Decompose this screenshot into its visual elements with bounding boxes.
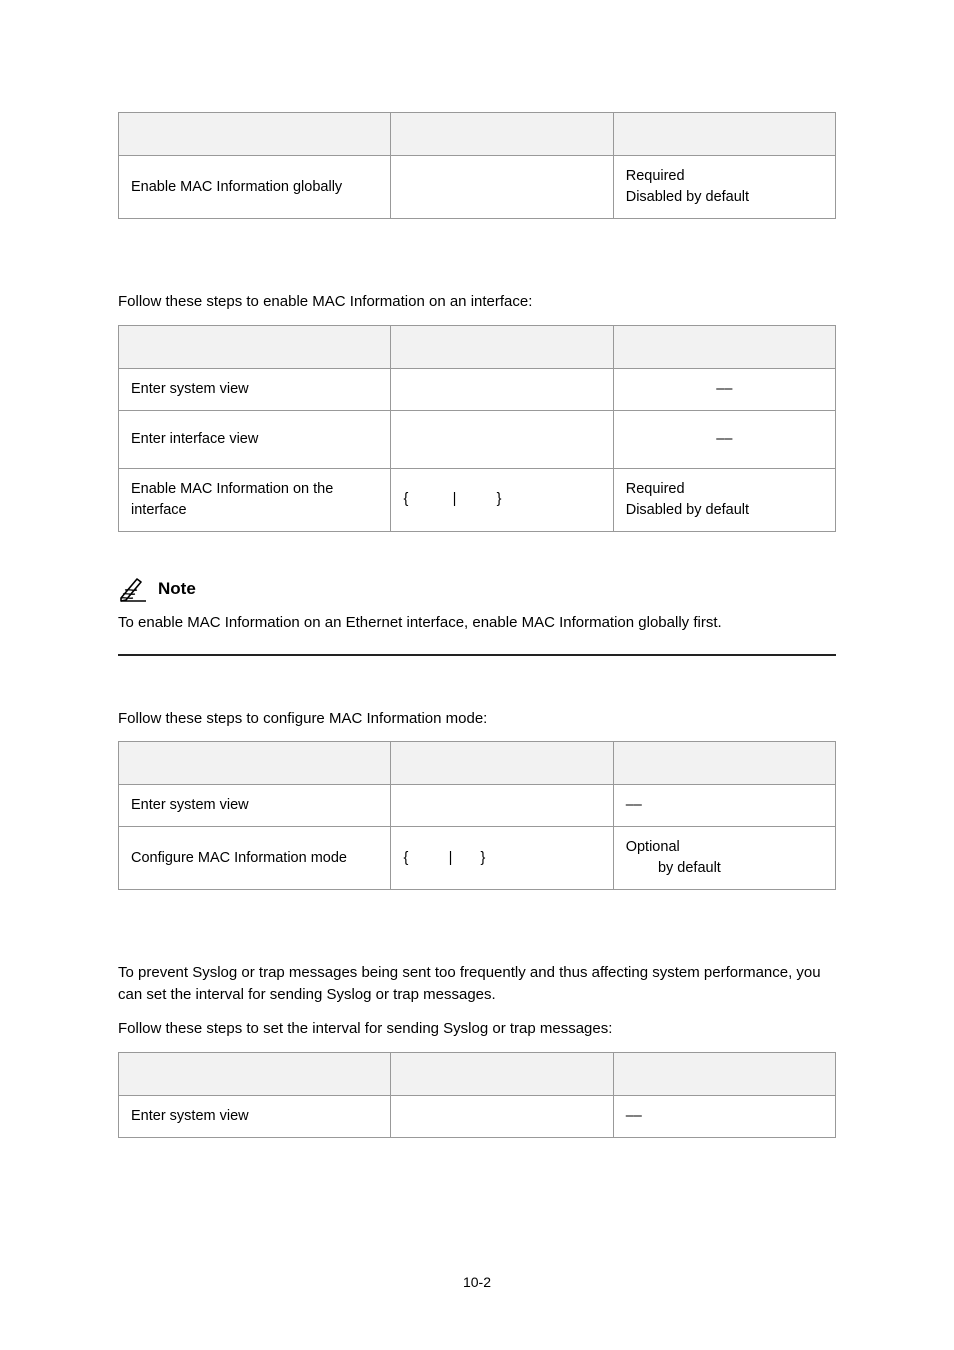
cell-text: Optional by default xyxy=(613,827,835,890)
cell-text: –– xyxy=(613,1095,835,1137)
col-header xyxy=(613,325,835,368)
cell-text: Configure MAC Information mode xyxy=(119,827,391,890)
cell-line: Optional xyxy=(626,837,823,858)
table-enable-global: Enable MAC Information globally Required… xyxy=(118,112,836,219)
table-header-row xyxy=(119,742,836,785)
table-header-row xyxy=(119,113,836,156)
table-mode: Enter system view –– Configure MAC Infor… xyxy=(118,741,836,890)
note-label: Note xyxy=(158,577,196,602)
body-paragraph: To prevent Syslog or trap messages being… xyxy=(118,962,836,1006)
cell-text xyxy=(391,785,613,827)
page-content: Enable MAC Information globally Required… xyxy=(0,0,954,1138)
table-header-row xyxy=(119,1052,836,1095)
cell-text: { | } xyxy=(391,827,613,890)
cell-text: Enter system view xyxy=(119,1095,391,1137)
cell-line: Disabled by default xyxy=(626,187,823,208)
table-header-row xyxy=(119,325,836,368)
cell-text: Required Disabled by default xyxy=(613,156,835,219)
cell-text: Enable MAC Information globally xyxy=(119,156,391,219)
col-header xyxy=(391,1052,613,1095)
cell-line: Disabled by default xyxy=(626,500,823,521)
col-header xyxy=(119,325,391,368)
cell-text: Enable MAC Information on the interface xyxy=(119,468,391,531)
table-interval: Enter system view –– xyxy=(118,1052,836,1138)
cell-text: –– xyxy=(613,368,835,410)
cell-line: Required xyxy=(626,166,823,187)
col-header xyxy=(119,1052,391,1095)
col-header xyxy=(391,113,613,156)
note-icon xyxy=(118,576,152,602)
section-lead: Follow these steps to set the interval f… xyxy=(118,1018,836,1040)
col-header xyxy=(119,113,391,156)
note-rule xyxy=(118,654,836,656)
col-header xyxy=(613,1052,835,1095)
col-header xyxy=(391,742,613,785)
table-enable-interface: Enter system view –– Enter interface vie… xyxy=(118,325,836,532)
section-lead: Follow these steps to configure MAC Info… xyxy=(118,708,836,730)
cell-text: Enter interface view xyxy=(119,410,391,468)
table-row: Enable MAC Information on the interface … xyxy=(119,468,836,531)
table-row: Enter system view –– xyxy=(119,1095,836,1137)
cell-line: Required xyxy=(626,479,823,500)
section-lead: Follow these steps to enable MAC Informa… xyxy=(118,291,836,313)
table-row: Enable MAC Information globally Required… xyxy=(119,156,836,219)
col-header xyxy=(613,113,835,156)
col-header xyxy=(613,742,835,785)
table-row: Enter interface view –– xyxy=(119,410,836,468)
cell-text: { | } xyxy=(391,468,613,531)
cell-text xyxy=(391,368,613,410)
cell-line: by default xyxy=(626,858,823,879)
col-header xyxy=(391,325,613,368)
page-number: 10-2 xyxy=(0,1272,954,1292)
cell-text: –– xyxy=(613,785,835,827)
note-block: Note xyxy=(118,576,836,602)
cell-text xyxy=(391,1095,613,1137)
cell-text: –– xyxy=(613,410,835,468)
cell-text: Enter system view xyxy=(119,785,391,827)
table-row: Configure MAC Information mode { | } Opt… xyxy=(119,827,836,890)
cell-text: Enter system view xyxy=(119,368,391,410)
note-text: To enable MAC Information on an Ethernet… xyxy=(118,612,836,634)
cell-text xyxy=(391,156,613,219)
table-row: Enter system view –– xyxy=(119,785,836,827)
table-row: Enter system view –– xyxy=(119,368,836,410)
cell-text: Required Disabled by default xyxy=(613,468,835,531)
cell-text xyxy=(391,410,613,468)
col-header xyxy=(119,742,391,785)
